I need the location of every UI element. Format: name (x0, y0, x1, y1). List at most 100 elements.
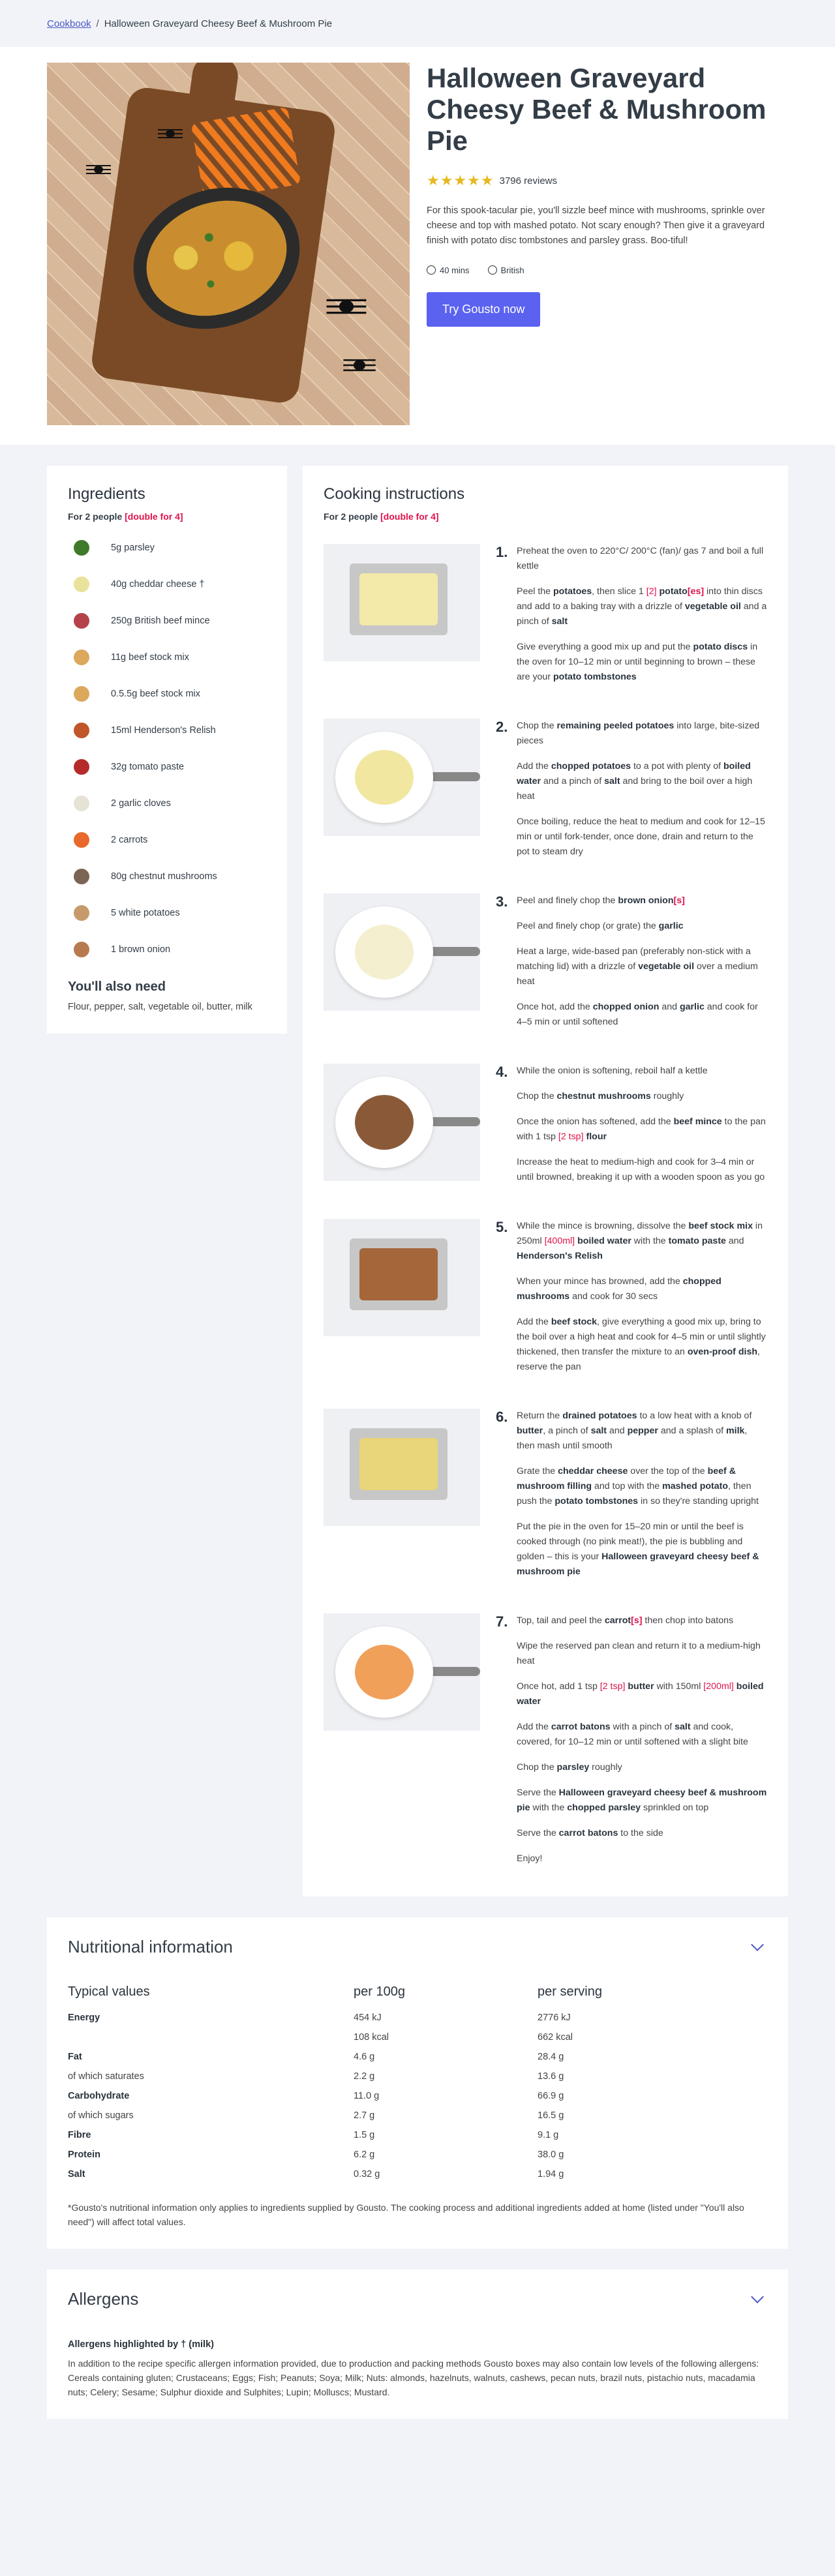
nutrition-row: of which sugars 2.7 g 16.5 g (68, 2106, 767, 2126)
beef-mince-icon (68, 607, 95, 635)
step-photo (324, 544, 480, 661)
step-paragraph: Serve the carrot batons to the side (517, 1828, 663, 1838)
allergens-title: Allergens (68, 2289, 139, 2309)
step-number: 5. (496, 1219, 508, 1235)
allergens-panel: Allergens Allergens highlighted by † (mi… (47, 2269, 788, 2419)
step-paragraph: Put the pie in the oven for 15–20 min or… (517, 1521, 759, 1577)
ingredient-item: 2 carrots (68, 822, 266, 858)
cooking-step: 6. Return the drained potatoes to a low h… (324, 1409, 767, 1590)
step-paragraph: Increase the heat to medium-high and coo… (517, 1157, 765, 1182)
nutrition-row: of which saturates 2.2 g 13.6 g (68, 2067, 767, 2087)
recipe-body: Ingredients For 2 people [double for 4] … (0, 445, 835, 1896)
step-number: 1. (496, 544, 508, 560)
carrot-icon (68, 826, 95, 854)
ingredient-label: 2 carrots (111, 835, 148, 845)
stock-mix-icon (68, 680, 95, 708)
chevron-down-icon[interactable] (751, 1938, 764, 1951)
step-paragraph: Chop the chestnut mushrooms roughly (517, 1091, 684, 1101)
nutrition-cell-serving: 28.4 g (538, 2052, 564, 2062)
ingredient-item: 0.5.5g beef stock mix (68, 676, 266, 712)
cooking-title: Cooking instructions (324, 485, 465, 503)
chevron-down-icon[interactable] (751, 2290, 764, 2303)
step-paragraph: Preheat the oven to 220°C/ 200°C (fan)/ … (517, 546, 764, 571)
ingredient-item: 80g chestnut mushrooms (68, 858, 266, 895)
step-photo (324, 1064, 480, 1181)
step-list: 1. Preheat the oven to 220°C/ 200°C (fan)… (324, 544, 767, 1877)
tomato-paste-icon (68, 753, 95, 781)
recipe-photo (47, 63, 410, 425)
nutrition-row: Fibre 1.5 g 9.1 g (68, 2126, 767, 2146)
step-number: 4. (496, 1064, 508, 1080)
cooking-step: 3. Peel and finely chop the brown onion[s… (324, 893, 767, 1040)
step-text: Chop the remaining peeled potatoes into … (517, 719, 767, 870)
step-paragraph: Add the carrot batons with a pinch of sa… (517, 1722, 748, 1747)
ingredient-label: 80g chestnut mushrooms (111, 871, 217, 882)
recipe-summary: Halloween Graveyard Cheesy Beef & Mushro… (427, 63, 787, 429)
globe-icon (487, 265, 497, 275)
step-paragraph: Peel the potatoes, then slice 1 [2] pota… (517, 586, 767, 627)
ingredient-label: 15ml Henderson's Relish (111, 725, 216, 736)
nutrition-cell-label: Protein (68, 2149, 100, 2160)
step-paragraph: When your mince has browned, add the cho… (517, 1276, 721, 1302)
reviews-count[interactable]: 3796 reviews (500, 175, 557, 187)
ingredient-item: 40g cheddar cheese † (68, 566, 266, 603)
ingredient-label: 0.5.5g beef stock mix (111, 689, 201, 699)
recipe-description: For this spook-tacular pie, you'll sizzl… (427, 205, 765, 246)
step-paragraph: While the mince is browning, dissolve th… (517, 1221, 763, 1261)
cuisine: British (487, 265, 524, 275)
nutrition-cell-per100: 11.0 g (354, 2091, 380, 2101)
allergens-header[interactable]: Allergens (68, 2289, 767, 2309)
also-need-title: You'll also need (68, 980, 166, 994)
step-paragraph: Chop the remaining peeled potatoes into … (517, 721, 760, 746)
nutrition-header[interactable]: Nutritional information (68, 1937, 767, 1957)
nutrition-cell-per100: 0.32 g (354, 2169, 380, 2179)
nutrition-table: Typical values per 100g per serving Ener… (68, 1984, 767, 2185)
cooking-step: 1. Preheat the oven to 220°C/ 200°C (fan)… (324, 544, 767, 695)
step-paragraph: Once boiling, reduce the heat to medium … (517, 816, 765, 857)
nutrition-cell-serving: 13.6 g (538, 2071, 564, 2082)
ingredient-label: 11g beef stock mix (111, 652, 189, 663)
ingredients-title: Ingredients (68, 485, 145, 503)
ingredient-label: 250g British beef mince (111, 616, 210, 626)
step-text: Return the drained potatoes to a low hea… (517, 1409, 767, 1590)
ingredient-label: 1 brown onion (111, 944, 171, 955)
ingredient-item: 5g parsley (68, 530, 266, 566)
nutrition-header-per100: per 100g (354, 1984, 405, 1999)
nutrition-row: Carbohydrate 11.0 g 66.9 g (68, 2087, 767, 2106)
ingredients-card: Ingredients For 2 people [double for 4] … (47, 466, 287, 1034)
nutrition-row: Salt 0.32 g 1.94 g (68, 2165, 767, 2185)
step-paragraph: While the onion is softening, reboil hal… (517, 1066, 708, 1076)
ingredient-label: 2 garlic cloves (111, 798, 171, 809)
allergens-text: In addition to the recipe specific aller… (68, 2358, 759, 2397)
nutrition-cell-per100: 1.5 g (354, 2130, 375, 2140)
relish-bottle-icon (68, 717, 95, 744)
nutrition-cell-serving: 1.94 g (538, 2169, 564, 2179)
step-paragraph: Return the drained potatoes to a low hea… (517, 1411, 752, 1451)
try-gousto-button[interactable]: Try Gousto now (427, 292, 541, 327)
nutrition-cell-serving: 662 kcal (538, 2032, 573, 2043)
step-number: 2. (496, 719, 508, 735)
step-paragraph: Once hot, add 1 tsp [2 tsp] butter with … (517, 1681, 764, 1707)
step-text: Preheat the oven to 220°C/ 200°C (fan)/ … (517, 544, 767, 695)
nutrition-cell-serving: 9.1 g (538, 2130, 559, 2140)
step-paragraph: Once hot, add the chopped onion and garl… (517, 1002, 758, 1027)
step-paragraph: Peel and finely chop (or grate) the garl… (517, 921, 684, 931)
step-paragraph: Once the onion has softened, add the bee… (517, 1116, 766, 1142)
breadcrumb-separator: / (96, 18, 99, 29)
nutrition-cell-label: Carbohydrate (68, 2091, 130, 2101)
nutrition-cell-label: Fibre (68, 2130, 91, 2140)
nutrition-cell-per100: 2.2 g (354, 2071, 375, 2082)
cheese-icon (68, 571, 95, 598)
nutrition-cell-per100: 108 kcal (354, 2032, 389, 2043)
ingredient-item: 250g British beef mince (68, 603, 266, 639)
step-paragraph: Heat a large, wide-based pan (preferably… (517, 946, 758, 987)
nutrition-cell-per100: 454 kJ (354, 2013, 382, 2023)
nutrition-row: Energy 454 kJ 2776 kJ (68, 2009, 767, 2028)
breadcrumb-cookbook-link[interactable]: Cookbook (47, 18, 91, 29)
also-need-text: Flour, pepper, salt, vegetable oil, butt… (68, 1002, 252, 1012)
nutrition-cell-label: Fat (68, 2052, 82, 2062)
ingredient-label: 32g tomato paste (111, 762, 185, 772)
nutrition-cell-label: Salt (68, 2169, 85, 2179)
also-need: You'll also need Flour, pepper, salt, ve… (68, 980, 266, 1014)
step-photo (324, 893, 480, 1011)
